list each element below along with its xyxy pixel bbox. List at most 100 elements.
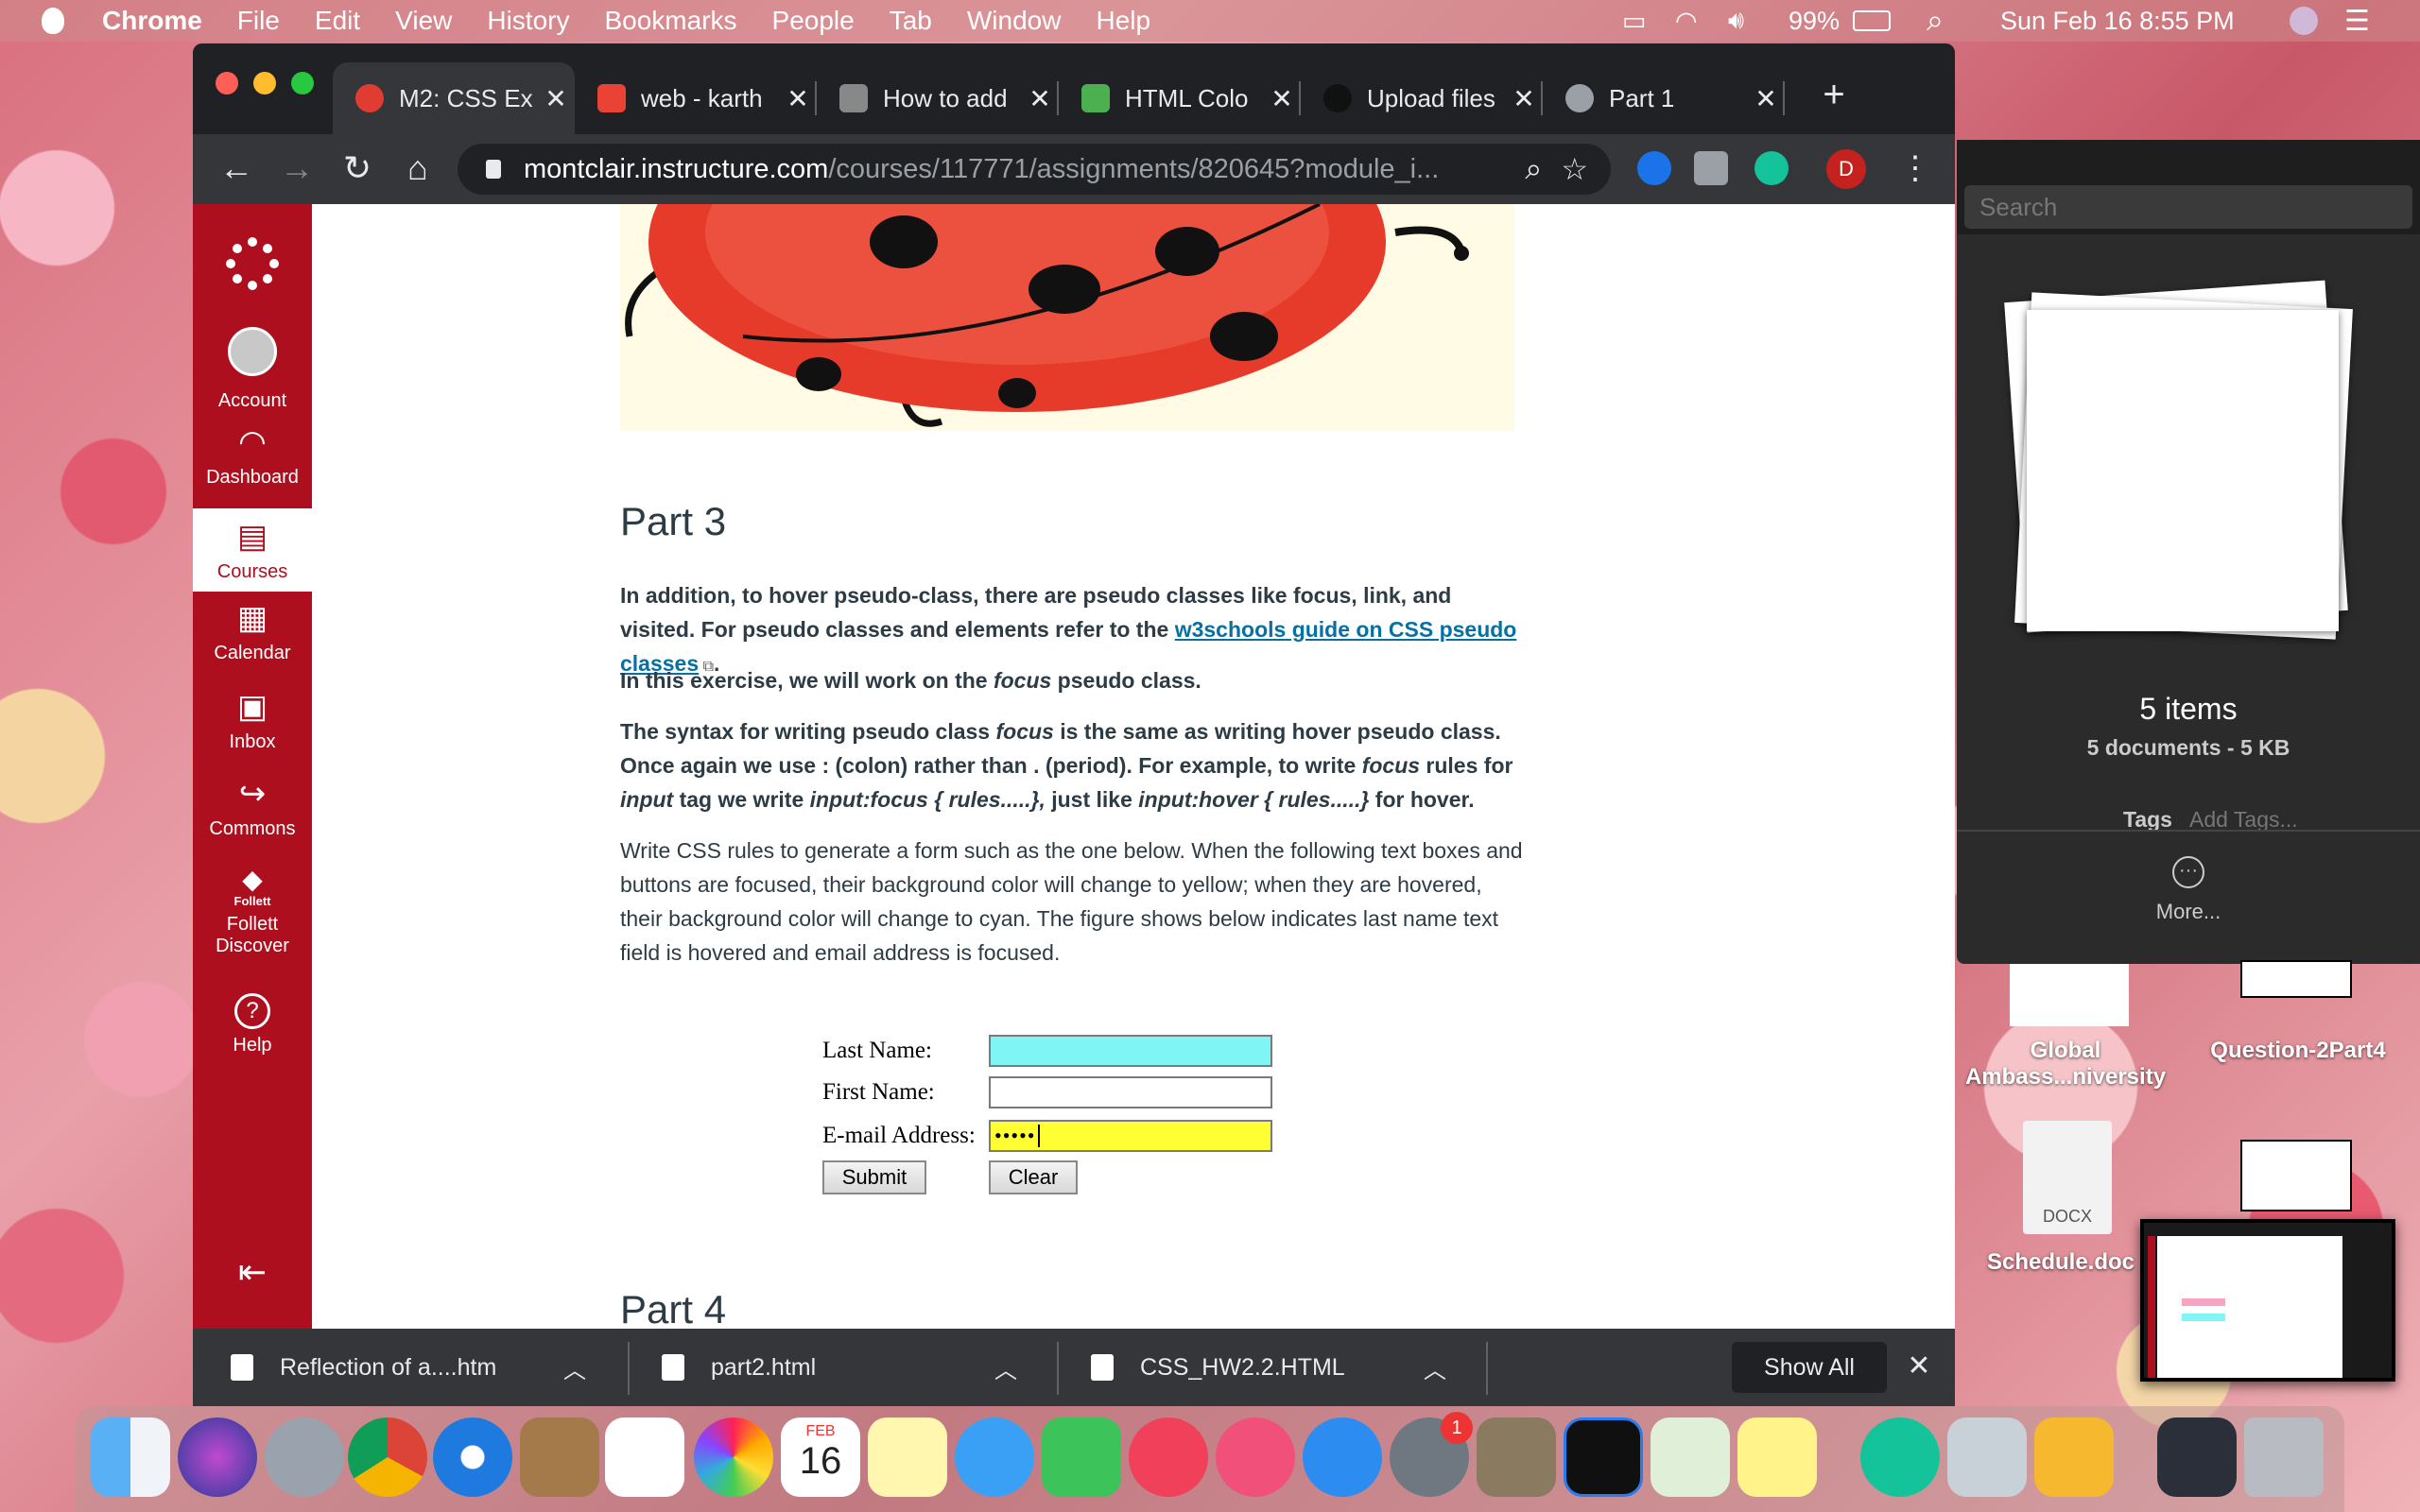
facetime-icon[interactable] [1042, 1418, 1121, 1497]
menu-edit[interactable]: Edit [315, 6, 360, 36]
nav-follett-discover[interactable]: ◆ Follett Follett Discover [193, 866, 312, 977]
menu-help[interactable]: Help [1096, 6, 1150, 36]
nav-inbox[interactable]: ▣ Inbox [193, 688, 312, 769]
menu-window[interactable]: Window [967, 6, 1062, 36]
close-window-button[interactable] [216, 72, 238, 94]
battery-icon[interactable] [1853, 0, 1891, 42]
menu-view[interactable]: View [395, 6, 452, 36]
tab-close-icon[interactable]: ✕ [537, 83, 575, 114]
download-item[interactable]: part2.html ︿ [662, 1329, 1040, 1406]
android-studio-icon[interactable] [1651, 1418, 1730, 1497]
tab-close-icon[interactable]: ✕ [1505, 83, 1543, 114]
close-downloads-icon[interactable]: ✕ [1900, 1348, 1938, 1385]
download-item[interactable]: Reflection of a....htm ︿ [231, 1329, 609, 1406]
calendar-app-icon[interactable]: FEB 16 [781, 1418, 860, 1497]
desktop-thumbnail[interactable] [2010, 964, 2129, 1026]
new-tab-plus-icon[interactable]: + [1811, 72, 1857, 117]
tab-close-icon[interactable]: ✕ [779, 83, 817, 114]
stack-search-field[interactable]: Search [1964, 185, 2412, 229]
menu-file[interactable]: File [237, 6, 280, 36]
home-icon[interactable]: ⌂ [397, 147, 439, 189]
desktop-thumbnail[interactable] [2240, 1140, 2352, 1211]
messages-bubble-icon[interactable] [955, 1418, 1034, 1497]
airplay-icon[interactable]: ▭ [1622, 0, 1647, 42]
app-icon[interactable] [2034, 1418, 2114, 1497]
tab-close-icon[interactable]: ✕ [1021, 83, 1059, 114]
more-button[interactable]: More... [1957, 900, 2420, 924]
finder-icon[interactable] [91, 1418, 170, 1497]
zoom-window-button[interactable] [291, 72, 314, 94]
preview-icon[interactable] [1947, 1418, 2027, 1497]
bookmark-star-icon[interactable]: ☆ [1561, 151, 1588, 187]
nav-courses[interactable]: ▤ Courses [193, 508, 312, 592]
music-note-icon[interactable] [1216, 1418, 1295, 1497]
chevron-up-icon[interactable]: ︿ [994, 1351, 1040, 1384]
tab-close-icon[interactable]: ✕ [1263, 83, 1301, 114]
download-item[interactable]: CSS_HW2.2.HTML ︿ [1091, 1329, 1469, 1406]
zoom-icon[interactable]: ⌕ [1525, 151, 1542, 187]
chrome-icon[interactable] [348, 1418, 427, 1497]
launchpad-rocket-icon[interactable] [265, 1418, 344, 1497]
spotlight-icon[interactable]: ⌕ [1927, 0, 1944, 42]
tab-upload-files[interactable]: Upload files ✕ [1301, 62, 1543, 134]
menu-history[interactable]: History [487, 6, 569, 36]
tab-html-colors[interactable]: HTML Colo ✕ [1059, 62, 1301, 134]
menu-tab[interactable]: Tab [890, 6, 932, 36]
desktop-thumbnail[interactable] [2240, 960, 2352, 998]
tab-gmail[interactable]: web - karth ✕ [575, 62, 817, 134]
intellij-icon[interactable] [1564, 1418, 1643, 1497]
wifi-icon[interactable]: ◠ [1675, 0, 1698, 42]
show-all-button[interactable]: Show All [1732, 1342, 1887, 1393]
canvas-logo-icon[interactable] [223, 234, 282, 293]
news-icon[interactable] [1129, 1418, 1208, 1497]
siri-icon[interactable] [178, 1418, 257, 1497]
forward-arrow-icon[interactable]: → [276, 147, 318, 189]
tab-close-icon[interactable]: ✕ [1747, 83, 1785, 114]
grammarly-icon[interactable] [1860, 1418, 1940, 1497]
notes-icon[interactable] [868, 1418, 947, 1497]
contacts-icon[interactable] [520, 1418, 599, 1497]
menu-people[interactable]: People [772, 6, 855, 36]
menu-app-name[interactable]: Chrome [102, 6, 202, 36]
reminders-icon[interactable] [605, 1418, 684, 1497]
reload-icon[interactable]: ↻ [337, 147, 378, 189]
battery-percent[interactable]: 99% [1789, 0, 1840, 42]
nav-commons[interactable]: ↪ Commons [193, 775, 312, 856]
collapse-nav-icon[interactable]: ⇤ [231, 1253, 274, 1291]
nav-dashboard[interactable]: ◠ Dashboard [193, 423, 312, 505]
add-tags-field[interactable]: Add Tags... [2189, 807, 2298, 833]
volume-icon[interactable]: 🔊︎ [1728, 0, 1744, 42]
trash-icon[interactable] [2244, 1418, 2324, 1497]
search-extension-icon[interactable] [1637, 151, 1671, 185]
address-bar[interactable]: montclair.instructure.com/courses/117771… [458, 144, 1611, 195]
chevron-up-icon[interactable]: ︿ [1424, 1351, 1469, 1384]
nav-calendar[interactable]: ▦ Calendar [193, 599, 312, 680]
user-avatar-icon[interactable] [2290, 0, 2318, 42]
profile-avatar[interactable]: D [1826, 149, 1866, 189]
apple-icon[interactable] [42, 8, 64, 34]
minimize-window-button[interactable] [253, 72, 276, 94]
photos-icon[interactable] [694, 1418, 773, 1497]
menu-clock[interactable]: Sun Feb 16 8:55 PM [2000, 0, 2235, 42]
tab-how-to-add[interactable]: How to add ✕ [817, 62, 1059, 134]
docx-file-icon[interactable]: DOCX [2023, 1121, 2112, 1234]
tab-part1[interactable]: Part 1 ✕ [1543, 62, 1785, 134]
notification-center-icon[interactable]: ☰ [2344, 0, 2370, 42]
app-store-icon[interactable] [1303, 1418, 1382, 1497]
desktop-item-global[interactable]: Global Ambass...niversity [1957, 1038, 2174, 1091]
back-arrow-icon[interactable]: ← [216, 147, 257, 189]
desktop-item-question[interactable]: Question-2Part4 [2189, 1038, 2407, 1064]
grammarly-extension-icon[interactable] [1754, 151, 1789, 185]
downloads-stack-icon[interactable] [2157, 1418, 2237, 1497]
stickies-icon[interactable] [1737, 1418, 1817, 1497]
desktop-item-schedule[interactable]: Schedule.doc [1966, 1249, 2155, 1276]
chrome-menu-icon[interactable]: ⋮ [1894, 147, 1936, 189]
menu-bookmarks[interactable]: Bookmarks [604, 6, 736, 36]
calculator-icon[interactable] [1477, 1418, 1556, 1497]
cast-extension-icon[interactable] [1694, 151, 1728, 185]
chevron-up-icon[interactable]: ︿ [563, 1351, 609, 1384]
more-ellipsis-icon[interactable]: ··· [2172, 856, 2204, 888]
screenshot-thumbnail[interactable] [2140, 1219, 2395, 1382]
nav-help[interactable]: ? Help [193, 988, 312, 1070]
safari-compass-icon[interactable] [433, 1418, 512, 1497]
